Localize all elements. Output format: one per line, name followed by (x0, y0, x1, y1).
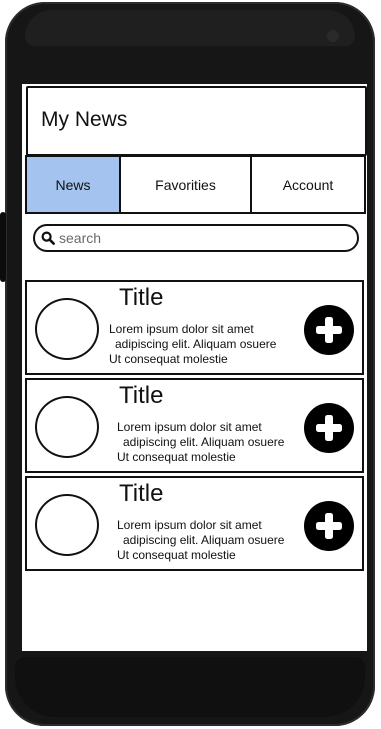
app-bar: My News (26, 86, 367, 156)
article-thumbnail (35, 396, 99, 458)
article-line: adipiscing elit. Aliquam osuere (123, 533, 285, 547)
article-line: Ut consequat molestie (109, 352, 228, 366)
article-line: Ut consequat molestie (117, 450, 236, 464)
add-favorite-button[interactable] (304, 501, 354, 551)
tab-account-label: Account (282, 176, 334, 193)
tab-account[interactable]: Account (250, 157, 364, 212)
article-title: Title (119, 284, 164, 311)
article-line: adipiscing elit. Aliquam osuere (123, 435, 285, 449)
camera-icon (327, 30, 339, 42)
news-card[interactable]: Title Lorem ipsum dolor sit amet adipisc… (25, 476, 364, 571)
search-input[interactable] (57, 230, 341, 246)
news-card[interactable]: Title Lorem ipsum dolor sit amet adipisc… (25, 378, 364, 473)
news-card[interactable]: Title Lorem ipsum dolor sit amet adipisc… (25, 280, 364, 375)
article-line: Lorem ipsum dolor sit amet (117, 420, 262, 434)
article-line: adipiscing elit. Aliquam osuere (115, 337, 277, 351)
article-title: Title (119, 382, 164, 409)
search-bar[interactable] (33, 224, 359, 252)
tab-bar: News Favorities Account (25, 155, 366, 214)
search-icon (39, 229, 57, 247)
add-favorite-button[interactable] (304, 305, 354, 355)
phone-earpiece-area (25, 10, 355, 46)
article-line: Ut consequat molestie (117, 548, 236, 562)
article-line: Lorem ipsum dolor sit amet (109, 322, 254, 336)
plus-circle-icon (316, 513, 342, 539)
app-screen: My News News Favorities Account Title Lo… (22, 84, 367, 651)
add-favorite-button[interactable] (304, 403, 354, 453)
tab-news[interactable]: News (27, 157, 119, 212)
phone-chin (15, 657, 365, 717)
side-button (0, 212, 6, 282)
article-line: Lorem ipsum dolor sit amet (117, 518, 262, 532)
article-summary: Lorem ipsum dolor sit amet adipiscing el… (117, 518, 327, 563)
plus-circle-icon (316, 317, 342, 343)
article-summary: Lorem ipsum dolor sit amet adipiscing el… (117, 420, 327, 465)
article-title: Title (119, 480, 164, 507)
article-thumbnail (35, 298, 99, 360)
tab-news-label: News (55, 176, 91, 193)
tab-favorities-label: Favorities (155, 176, 216, 193)
tab-favorities[interactable]: Favorities (119, 157, 250, 212)
plus-circle-icon (316, 415, 342, 441)
article-thumbnail (35, 494, 99, 556)
article-summary: Lorem ipsum dolor sit amet adipiscing el… (109, 322, 319, 367)
app-title: My News (41, 108, 128, 131)
